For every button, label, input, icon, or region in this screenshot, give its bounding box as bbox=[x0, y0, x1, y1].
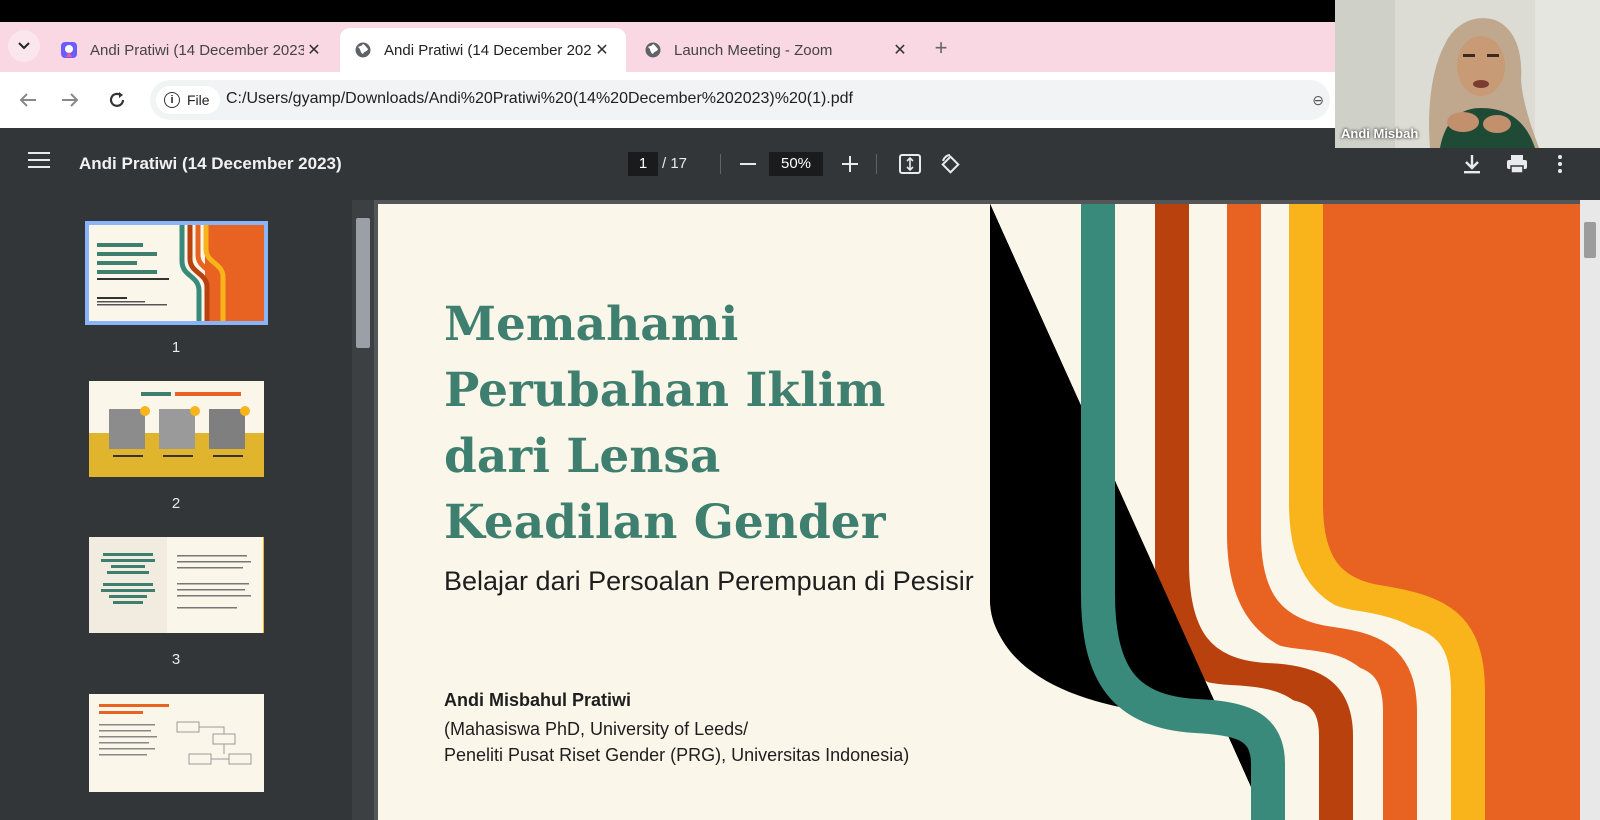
minus-icon bbox=[740, 163, 756, 165]
thumbnail-number: 3 bbox=[171, 651, 181, 668]
tab-andi-pratiwi-1[interactable]: Andi Pratiwi (14 December 2023) ✕ bbox=[46, 28, 338, 72]
url-text[interactable]: C:/Users/gyamp/Downloads/Andi%20Pratiwi%… bbox=[226, 90, 853, 108]
more-actions-button[interactable] bbox=[1546, 150, 1574, 178]
affiliation-line: Peneliti Pusat Riset Gender (PRG), Unive… bbox=[444, 745, 910, 765]
fit-to-page-button[interactable] bbox=[896, 150, 924, 178]
print-icon bbox=[1507, 155, 1527, 174]
tab-andi-pratiwi-2[interactable]: Andi Pratiwi (14 December 2023) ✕ bbox=[340, 28, 626, 72]
reload-button[interactable] bbox=[103, 86, 131, 114]
slide-author: Andi Misbahul Pratiwi bbox=[444, 690, 632, 710]
thumbnail-page-1[interactable] bbox=[85, 221, 268, 325]
menu-icon[interactable] bbox=[28, 152, 50, 170]
slide-title-line: Keadilan Gender bbox=[444, 495, 886, 550]
address-bar[interactable]: i File C:/Users/gyamp/Downloads/Andi%20P… bbox=[150, 80, 1330, 120]
slide-thumbnail-image bbox=[89, 694, 264, 792]
affiliation-line: (Mahasiswa PhD, University of Leeds/ bbox=[444, 719, 749, 739]
viewer-scrollbar[interactable] bbox=[1580, 200, 1600, 820]
slide-title-line: Memahami bbox=[444, 297, 739, 352]
thumbnail-number: 2 bbox=[171, 495, 181, 512]
toolbar-divider bbox=[720, 154, 721, 174]
slide-thumbnail-image bbox=[89, 381, 264, 477]
page-number-input[interactable]: 1 bbox=[628, 152, 658, 176]
zoom-indicator-icon[interactable]: ⊖ bbox=[1312, 92, 1324, 109]
plus-icon bbox=[842, 156, 858, 172]
site-info-chip[interactable]: i File bbox=[156, 86, 220, 114]
tab-launch-meeting[interactable]: Launch Meeting - Zoom ✕ bbox=[630, 28, 924, 72]
zoom-out-button[interactable] bbox=[734, 150, 762, 178]
scrollbar-thumb[interactable] bbox=[356, 218, 370, 348]
globe-icon bbox=[354, 41, 372, 59]
new-tab-button[interactable]: + bbox=[928, 36, 954, 62]
download-button[interactable] bbox=[1458, 150, 1486, 178]
more-vert-icon bbox=[1558, 155, 1562, 173]
slide-thumbnail-image bbox=[89, 225, 264, 321]
tab-title: Launch Meeting - Zoom bbox=[674, 41, 833, 59]
slide-subtitle: Belajar dari Persoalan Perempuan di Pesi… bbox=[444, 566, 974, 596]
zoom-in-button[interactable] bbox=[836, 150, 864, 178]
tab-title: Andi Pratiwi (14 December 2023) bbox=[90, 41, 304, 59]
download-icon bbox=[1464, 155, 1480, 174]
rotate-icon bbox=[941, 154, 960, 174]
info-icon: i bbox=[164, 92, 180, 108]
sidebar-scrollbar[interactable] bbox=[352, 200, 374, 820]
print-button[interactable] bbox=[1503, 150, 1531, 178]
scrollbar-thumb[interactable] bbox=[1584, 222, 1596, 258]
thumbnail-page-2[interactable] bbox=[89, 381, 264, 477]
reload-icon bbox=[109, 92, 125, 107]
forward-button[interactable] bbox=[56, 86, 84, 114]
slide-thumbnail-image bbox=[89, 537, 264, 633]
thumbnail-number: 1 bbox=[171, 339, 181, 356]
thumbnail-page-4[interactable] bbox=[89, 694, 264, 792]
page-total: / 17 bbox=[662, 155, 688, 172]
thumbnail-sidebar: 1 2 3 bbox=[0, 200, 352, 820]
close-tab-icon[interactable]: ✕ bbox=[890, 40, 910, 60]
screen: Andi Pratiwi (14 December 2023) ✕ Andi P… bbox=[0, 0, 1600, 820]
zoom-level-input[interactable]: 50% bbox=[769, 152, 823, 176]
pdf-page-1: Memahami Perubahan Iklim dari Lensa Kead… bbox=[378, 204, 1580, 820]
slide-title-line: dari Lensa bbox=[444, 429, 721, 484]
close-tab-icon[interactable]: ✕ bbox=[304, 40, 324, 60]
fit-page-icon bbox=[899, 154, 921, 174]
slide-title-line: Perubahan Iklim bbox=[444, 363, 886, 418]
slide-affiliation: (Mahasiswa PhD, University of Leeds/ Pen… bbox=[444, 716, 909, 768]
back-button[interactable] bbox=[14, 86, 42, 114]
thumbnail-page-3[interactable] bbox=[89, 537, 264, 633]
chevron-down-icon bbox=[18, 42, 30, 50]
close-tab-icon[interactable]: ✕ bbox=[592, 40, 612, 60]
tab-search-button[interactable] bbox=[8, 30, 40, 62]
globe-icon bbox=[644, 41, 662, 59]
document-title: Andi Pratiwi (14 December 2023) bbox=[79, 154, 342, 173]
arrow-right-icon bbox=[62, 93, 79, 107]
chip-label: File bbox=[187, 92, 210, 108]
zoom-extension-icon bbox=[60, 41, 78, 59]
rotate-button[interactable] bbox=[936, 150, 964, 178]
slide-title: Memahami Perubahan Iklim dari Lensa Kead… bbox=[444, 292, 964, 556]
toolbar-divider bbox=[876, 154, 877, 174]
participant-video: Andi Misbah bbox=[1335, 0, 1600, 148]
participant-name: Andi Misbah bbox=[1341, 126, 1419, 141]
tab-title: Andi Pratiwi (14 December 2023) bbox=[384, 41, 592, 59]
arrow-left-icon bbox=[19, 93, 36, 107]
